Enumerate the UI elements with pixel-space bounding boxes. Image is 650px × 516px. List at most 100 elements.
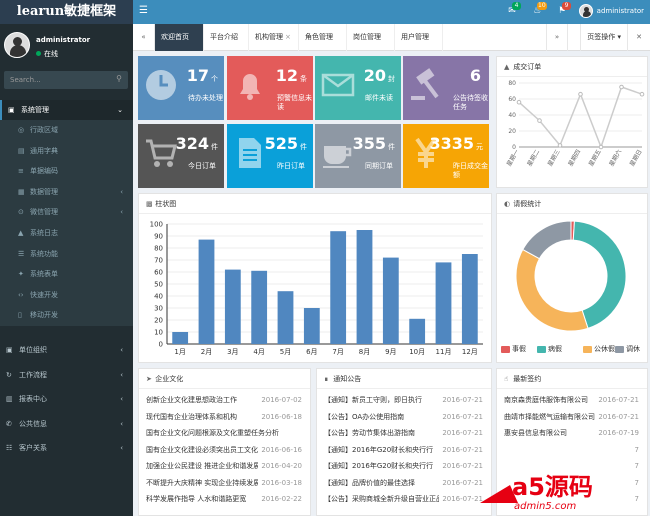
- sidebar-subitem[interactable]: ☰ 系统功能: [0, 244, 133, 265]
- list-item-title[interactable]: 不断提升大庆精神 实现企业持续发展: [146, 479, 260, 487]
- list-item-date: 2016-07-02: [258, 395, 302, 405]
- list-item-date: 2016-07-21: [439, 428, 483, 438]
- sidebar-subitem[interactable]: ▯ 移动开发: [0, 305, 133, 326]
- list-item[interactable]: 科学发展作指导 人水和谐路更宽 2016-02-22: [146, 494, 306, 504]
- sidebar-subitem[interactable]: ◎ 行政区域: [0, 120, 133, 141]
- sidebar-subitem[interactable]: ⊙ 微信管理 ‹: [0, 202, 133, 223]
- list-item[interactable]: 【通知】品牌价值的最佳选择 2016-07-21: [324, 477, 487, 488]
- list-item[interactable]: 【通知】2016年G20财长和央行行 2016-07-21: [324, 444, 487, 455]
- tab-1[interactable]: 平台介绍: [204, 24, 249, 51]
- search-icon[interactable]: ⚲: [116, 74, 122, 83]
- y-tick-label: 40: [154, 293, 163, 301]
- mail-icon[interactable]: ✉ 4: [506, 2, 521, 17]
- list-item[interactable]: 曲靖市择能燃气运输有限公司 2016-07-21: [504, 411, 643, 422]
- sidebar-subitem[interactable]: ✦ 系统表单: [0, 264, 133, 285]
- sidebar-group-item[interactable]: ▣ 单位组织 ‹: [0, 338, 133, 363]
- close-all-icon[interactable]: ✕: [628, 24, 650, 51]
- sidebar-item-system[interactable]: ▣ 系统管理 ⌄: [0, 100, 133, 120]
- tile-number: 20 封: [364, 66, 395, 85]
- sidebar-group-item[interactable]: ✆ 公共信息 ‹: [0, 412, 133, 437]
- list-item-title[interactable]: 科学发展作指导 人水和谐路更宽: [146, 495, 246, 503]
- list-item-title[interactable]: 曲靖市择能燃气运输有限公司: [504, 413, 595, 421]
- list-item-title[interactable]: 【公告】劳动节集体出游指南: [324, 429, 415, 437]
- tab-2[interactable]: 机构管理 ×: [249, 24, 299, 51]
- list-item-date: 2016-06-18: [258, 411, 302, 422]
- list-item-title[interactable]: 加强企业公民建设 推进企业和谐发展: [146, 462, 260, 470]
- list-item[interactable]: 国有企业文化问题根源及文化重塑任务分析: [146, 428, 306, 438]
- tab-scroll-right-icon[interactable]: »: [546, 24, 568, 51]
- app-logo[interactable]: learun敏捷框架: [0, 0, 133, 24]
- list-item[interactable]: 【公告】采购商城全新升级自营业正品 2016-07-21: [324, 494, 487, 504]
- list-item[interactable]: 【公告】OA办公使用指南 2016-07-21: [324, 411, 487, 422]
- sidebar-group-item[interactable]: ▥ 报表中心 ‹: [0, 387, 133, 412]
- bar-11月: [435, 262, 452, 344]
- list-item-title[interactable]: 【通知】新员工守则，即日执行: [324, 396, 422, 404]
- line-point: [598, 144, 604, 150]
- sidebar-subitem[interactable]: ▦ 数据管理 ‹: [0, 182, 133, 203]
- y-tick-label: 100: [150, 221, 163, 229]
- list-item-title[interactable]: 【通知】2016年G20财长和央行行: [324, 462, 433, 470]
- list-item-title[interactable]: 【通知】2016年G20财长和央行行: [324, 446, 433, 454]
- tab-4[interactable]: 岗位管理×: [347, 24, 395, 68]
- list-item-title[interactable]: 南京森贵庭伟服饰有限公司: [504, 396, 588, 404]
- sidebar-subitem-label: 单据编码: [30, 167, 58, 176]
- list-item-title[interactable]: 惠安县信息有限公司: [504, 429, 567, 437]
- tab-0[interactable]: 欢迎首页: [155, 24, 204, 51]
- stat-tile[interactable]: 355 件同期订单: [315, 124, 401, 188]
- list-item-title[interactable]: 【通知】品牌价值的最佳选择: [324, 479, 415, 487]
- sidebar-subitem[interactable]: ▤ 通用字典: [0, 141, 133, 162]
- stat-tile[interactable]: 6 公告待签收任务: [403, 56, 489, 120]
- list-item[interactable]: 【公告】劳动节集体出游指南 2016-07-21: [324, 428, 487, 438]
- group-icon: ▣: [6, 346, 13, 354]
- list-item[interactable]: 不断提升大庆精神 实现企业持续发展 2016-03-18: [146, 477, 306, 488]
- tile-number: 324 件: [176, 134, 218, 153]
- user-menu[interactable]: administrator: [578, 4, 644, 18]
- list-item[interactable]: 惠安县信息有限公司 2016-07-19: [504, 428, 643, 438]
- tab-5[interactable]: 用户管理×: [395, 24, 443, 68]
- list-item[interactable]: 南京森贵庭伟服饰有限公司 2016-07-21: [504, 395, 643, 405]
- warn-icon: ▲: [18, 228, 24, 237]
- list-item[interactable]: 加强企业公民建设 推进企业和谐发展 2016-04-20: [146, 461, 306, 471]
- page-ops-dropdown[interactable]: 页签操作 ▾: [580, 24, 628, 51]
- list-item-title[interactable]: 国有企业文化问题根源及文化重塑任务分析: [146, 429, 279, 437]
- list-item[interactable]: 【通知】2016年G20财长和央行行 2016-07-21: [324, 461, 487, 471]
- tile-value: 20: [363, 66, 386, 85]
- bell-badge: 10: [537, 2, 547, 10]
- list-item-title[interactable]: 【公告】OA办公使用指南: [324, 413, 404, 421]
- stat-tile[interactable]: 12 条预警信息未读: [227, 56, 313, 120]
- nav-icon: ☰: [18, 249, 25, 258]
- tile-unit: 个: [211, 75, 218, 83]
- stat-tile[interactable]: 3335 元昨日成交金额: [403, 124, 489, 188]
- tab-scroll-left-icon[interactable]: «: [133, 24, 155, 51]
- flag-icon[interactable]: ⚑ 9: [556, 2, 571, 17]
- sidebar-search-input[interactable]: Search... ⚲: [4, 71, 128, 89]
- bell-icon[interactable]: ♨ 10: [531, 2, 547, 17]
- group-icon: ✆: [6, 419, 12, 428]
- sidebar-group-item[interactable]: ↻ 工作流程 ‹: [0, 363, 133, 388]
- menu-toggle-icon[interactable]: ☰: [139, 5, 148, 16]
- stat-tile[interactable]: 20 封邮件未读: [315, 56, 401, 120]
- stat-tile[interactable]: 17 个待办未处理: [138, 56, 224, 120]
- sidebar-group-item[interactable]: ☷ 客户关系 ‹: [0, 436, 133, 461]
- bar-9月: [382, 257, 399, 344]
- y-tick-label: 90: [154, 233, 163, 241]
- list-item[interactable]: 现代国有企业治理体系和机构 2016-06-18: [146, 411, 306, 422]
- list-item[interactable]: 创新企业文化建思想政治工作 2016-07-02: [146, 395, 306, 405]
- close-icon[interactable]: ×: [285, 33, 291, 41]
- list-item-title[interactable]: 【公告】采购商城全新升级自营业正品: [324, 495, 443, 503]
- tile-value: 525: [264, 134, 298, 153]
- list-item[interactable]: 国有企业文化建设必须突出员工文化 2016-06-16: [146, 444, 306, 455]
- list-item-title[interactable]: 国有企业文化建设必须突出员工文化: [146, 446, 258, 454]
- list-item[interactable]: 【通知】新员工守则，即日执行 2016-07-21: [324, 395, 487, 405]
- stat-tile[interactable]: 525 件昨日订单: [227, 124, 313, 188]
- sidebar-subitem[interactable]: ≡ 单据编码: [0, 161, 133, 182]
- area-chart-icon: ▲: [504, 63, 510, 71]
- bar-1月: [172, 332, 189, 344]
- tab-3[interactable]: 角色管理×: [299, 24, 347, 68]
- sidebar-subitem[interactable]: ▲ 系统日志: [0, 223, 133, 244]
- list-item-title[interactable]: 现代国有企业治理体系和机构: [146, 413, 237, 421]
- sidebar-subitem[interactable]: ‹› 快速开发: [0, 285, 133, 306]
- stat-tile[interactable]: 324 件今日订单: [138, 124, 224, 188]
- y-tick-label: 40: [508, 112, 516, 119]
- list-item-title[interactable]: 创新企业文化建思想政治工作: [146, 396, 237, 404]
